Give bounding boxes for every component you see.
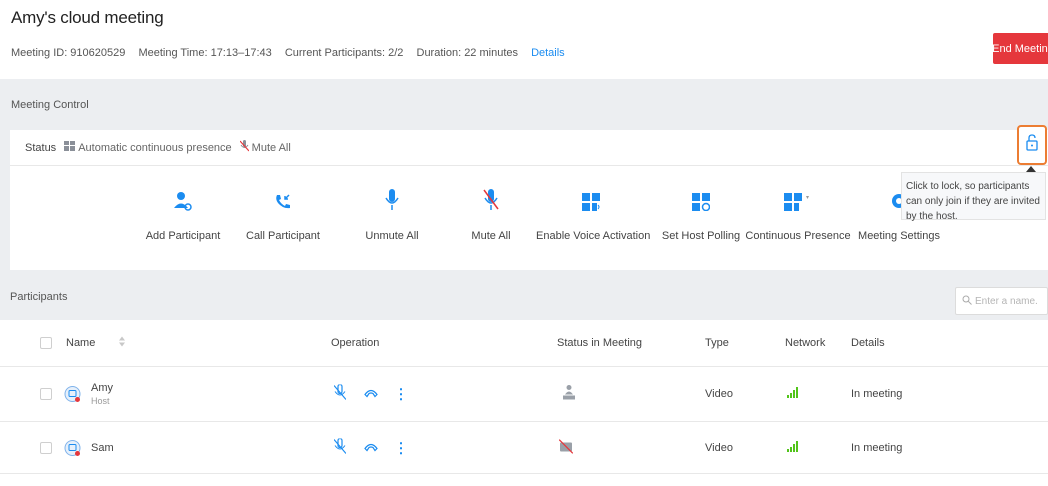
row-checkbox[interactable] xyxy=(40,388,52,400)
select-all-checkbox[interactable] xyxy=(40,337,52,349)
participant-name: Sam xyxy=(91,441,114,454)
add-participant-button[interactable]: Add Participant xyxy=(128,185,238,242)
meeting-title: Amy's cloud meeting xyxy=(11,8,164,27)
add-participant-label: Add Participant xyxy=(145,230,221,242)
col-operation: Operation xyxy=(331,337,380,349)
table-header-row: Name Operation Status in Meeting Type Ne… xyxy=(0,320,1048,367)
table-row: Sam ⋮ Video In meeting xyxy=(0,422,1048,474)
set-host-polling-button[interactable]: Set Host Polling xyxy=(646,185,756,242)
participant-role: Host xyxy=(91,396,110,406)
search-icon xyxy=(962,295,972,308)
more-options-icon[interactable]: ⋮ xyxy=(394,386,408,403)
more-options-icon[interactable]: ⋮ xyxy=(394,439,408,456)
mute-participant-icon[interactable] xyxy=(333,437,347,457)
meeting-control-title: Meeting Control xyxy=(11,99,89,111)
presenter-status-icon xyxy=(563,385,575,404)
sort-icon[interactable] xyxy=(119,336,125,350)
continuous-presence-icon xyxy=(64,141,76,154)
unmute-all-label: Unmute All xyxy=(365,230,419,242)
network-signal-icon xyxy=(787,440,799,455)
col-details: Details xyxy=(851,337,885,349)
participant-search[interactable] xyxy=(955,287,1048,315)
unmute-all-button[interactable]: Unmute All xyxy=(337,185,447,242)
details-link[interactable]: Details xyxy=(531,47,565,59)
enable-voice-activation-button[interactable]: Enable Voice Activation xyxy=(536,185,651,242)
network-signal-icon xyxy=(787,387,799,401)
participants-title: Participants xyxy=(10,291,68,303)
participant-details: In meeting xyxy=(851,388,903,400)
hang-up-icon[interactable] xyxy=(364,441,378,454)
col-network: Network xyxy=(785,337,826,349)
avatar xyxy=(64,439,81,456)
hang-up-icon[interactable] xyxy=(364,388,378,401)
participant-details: In meeting xyxy=(851,441,903,454)
meeting-control-card: Status Automatic continuous presence Mut… xyxy=(10,130,1048,270)
current-participants: Current Participants: 2/2 xyxy=(284,47,404,59)
meeting-settings-label: Meeting Settings xyxy=(858,230,940,242)
host-polling-icon xyxy=(646,185,756,211)
add-participant-icon xyxy=(128,185,238,211)
continuous-presence-label: Continuous Presence xyxy=(745,230,851,242)
participants-header-band xyxy=(0,274,1048,320)
status-mute: Mute All xyxy=(251,141,291,154)
microphone-icon xyxy=(337,185,447,211)
table-row: Amy Host ⋮ Video In meeting xyxy=(0,367,1048,422)
mute-all-button[interactable]: Mute All xyxy=(436,185,546,242)
col-status: Status in Meeting xyxy=(557,337,642,349)
mute-all-label: Mute All xyxy=(471,230,511,242)
voice-activation-icon xyxy=(536,185,646,211)
call-participant-button[interactable]: Call Participant xyxy=(228,185,338,242)
participant-name: Amy xyxy=(91,382,113,394)
microphone-muted-icon xyxy=(239,140,250,155)
avatar xyxy=(64,386,81,403)
search-input[interactable] xyxy=(975,295,1047,307)
status-presence: Automatic continuous presence xyxy=(78,141,232,154)
set-host-polling-label: Set Host Polling xyxy=(661,230,741,242)
col-name: Name xyxy=(66,337,96,349)
enable-voice-activation-label: Enable Voice Activation xyxy=(536,230,651,242)
lock-tooltip: Click to lock, so participants can only … xyxy=(901,172,1046,222)
call-participant-icon xyxy=(228,185,338,211)
lock-meeting-button[interactable] xyxy=(1017,125,1047,165)
microphone-muted-icon xyxy=(436,185,546,211)
meeting-id: Meeting ID: 910620529 xyxy=(11,47,126,59)
continuous-presence-button[interactable]: Continuous Presence xyxy=(743,185,853,242)
status-row: Status Automatic continuous presence Mut… xyxy=(10,130,1048,166)
mute-participant-icon[interactable] xyxy=(333,383,347,404)
meeting-duration: Duration: 22 minutes xyxy=(416,47,519,59)
participants-table: Name Operation Status in Meeting Type Ne… xyxy=(0,320,1048,474)
row-checkbox[interactable] xyxy=(40,441,52,454)
call-participant-label: Call Participant xyxy=(246,230,320,242)
meeting-time: Meeting Time: 17:13–17:43 xyxy=(138,47,272,59)
meeting-info-bar: Meeting ID: 910620529 Meeting Time: 17:1… xyxy=(11,47,575,59)
end-meeting-button[interactable]: End Meeting xyxy=(993,33,1048,64)
status-label: Status xyxy=(25,141,57,154)
participant-name-cell: Amy Host xyxy=(91,382,113,406)
continuous-presence-icon xyxy=(743,185,853,211)
col-type: Type xyxy=(705,337,729,349)
camera-off-status-icon xyxy=(558,438,574,456)
participant-type: Video xyxy=(705,441,733,454)
participant-type: Video xyxy=(705,388,733,400)
unlock-icon xyxy=(1026,134,1038,156)
